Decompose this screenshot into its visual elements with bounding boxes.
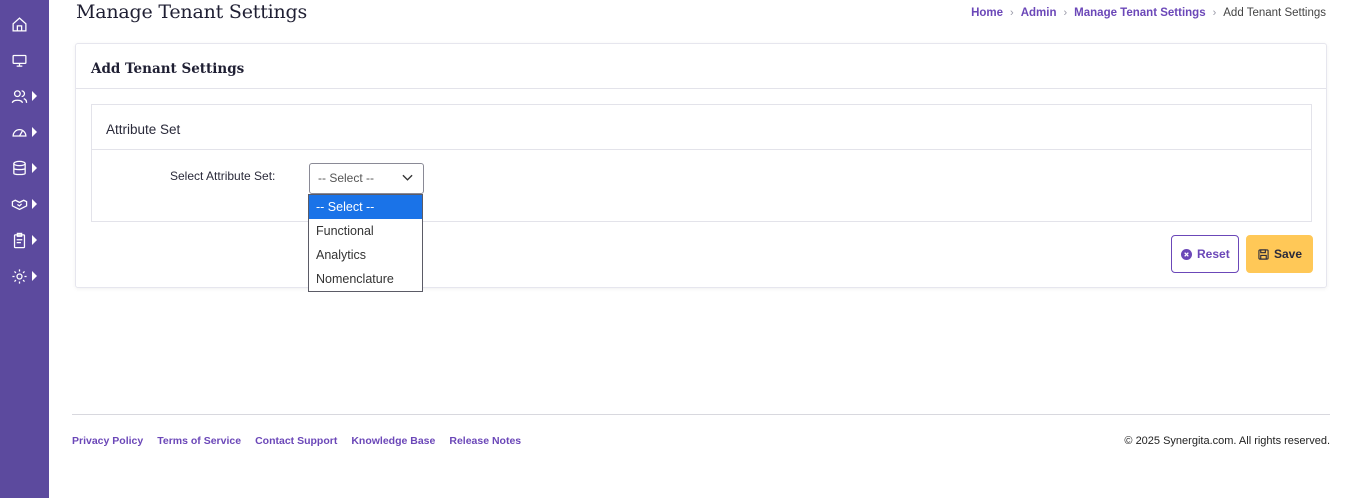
footer-link-knowledge-base[interactable]: Knowledge Base: [351, 435, 435, 447]
sidebar-item-monitor[interactable]: [0, 45, 49, 75]
footer-links: Privacy Policy Terms of Service Contact …: [72, 435, 535, 447]
reset-button[interactable]: Reset: [1171, 235, 1239, 273]
breadcrumb-current: Add Tenant Settings: [1223, 7, 1326, 19]
add-tenant-settings-card: Add Tenant Settings Attribute Set Select…: [75, 43, 1327, 288]
save-floppy-icon: [1258, 248, 1269, 260]
breadcrumb: Home › Admin › Manage Tenant Settings › …: [971, 7, 1326, 19]
submenu-caret-icon: [32, 199, 37, 209]
sidebar-item-handshake[interactable]: [0, 189, 49, 219]
breadcrumb-separator-icon: ›: [1063, 7, 1068, 19]
breadcrumb-separator-icon: ›: [1212, 7, 1217, 19]
users-icon: [11, 90, 28, 104]
footer-link-privacy-policy[interactable]: Privacy Policy: [72, 435, 143, 447]
copyright-text: © 2025 Synergita.com. All rights reserve…: [1124, 435, 1330, 447]
close-circle-icon: [1181, 248, 1192, 260]
sidebar-item-users[interactable]: [0, 81, 49, 111]
attribute-set-select[interactable]: -- Select --: [309, 163, 424, 194]
select-attribute-set-label: Select Attribute Set:: [170, 169, 276, 183]
settings-gear-icon: [12, 269, 27, 284]
database-icon: [13, 160, 26, 176]
submenu-caret-icon: [32, 127, 37, 137]
attribute-set-dropdown-list: -- Select -- Functional Analytics Nomenc…: [308, 194, 423, 292]
save-button-label: Save: [1274, 247, 1303, 261]
page-title: Manage Tenant Settings: [76, 1, 308, 23]
sidebar: [0, 0, 49, 498]
dropdown-option-analytics[interactable]: Analytics: [309, 243, 422, 267]
dropdown-option-nomenclature[interactable]: Nomenclature: [309, 267, 422, 291]
sidebar-item-dashboard[interactable]: [0, 117, 49, 147]
chevron-down-icon: [402, 174, 413, 181]
attribute-set-title: Attribute Set: [106, 122, 181, 137]
submenu-caret-icon: [32, 163, 37, 173]
attribute-set-header: Attribute Set: [92, 105, 1311, 150]
card-title: Add Tenant Settings: [91, 61, 245, 77]
home-icon: [12, 17, 27, 32]
footer-link-contact-support[interactable]: Contact Support: [255, 435, 337, 447]
breadcrumb-manage-tenant-settings[interactable]: Manage Tenant Settings: [1074, 7, 1205, 19]
reset-button-label: Reset: [1197, 247, 1230, 261]
dropdown-option-select[interactable]: -- Select --: [309, 195, 422, 219]
save-button[interactable]: Save: [1246, 235, 1313, 273]
dashboard-gauge-icon: [12, 129, 27, 137]
attribute-set-panel: Attribute Set Select Attribute Set: -- S…: [91, 104, 1312, 222]
footer-divider: [72, 414, 1330, 415]
card-header: Add Tenant Settings: [76, 44, 1326, 89]
sidebar-item-database[interactable]: [0, 153, 49, 183]
sidebar-item-settings[interactable]: [0, 261, 49, 291]
submenu-caret-icon: [32, 235, 37, 245]
submenu-caret-icon: [32, 91, 37, 101]
breadcrumb-separator-icon: ›: [1010, 7, 1014, 19]
sidebar-item-clipboard[interactable]: [0, 225, 49, 255]
clipboard-icon: [13, 232, 26, 249]
monitor-icon: [12, 54, 27, 67]
handshake-icon: [11, 199, 28, 211]
submenu-caret-icon: [32, 271, 37, 281]
footer-link-terms-of-service[interactable]: Terms of Service: [157, 435, 241, 447]
sidebar-item-home[interactable]: [0, 9, 49, 39]
attribute-set-select-value: -- Select --: [318, 171, 375, 185]
dropdown-option-functional[interactable]: Functional: [309, 219, 422, 243]
breadcrumb-admin[interactable]: Admin: [1021, 7, 1057, 19]
breadcrumb-home[interactable]: Home: [971, 7, 1003, 19]
footer-link-release-notes[interactable]: Release Notes: [449, 435, 521, 447]
